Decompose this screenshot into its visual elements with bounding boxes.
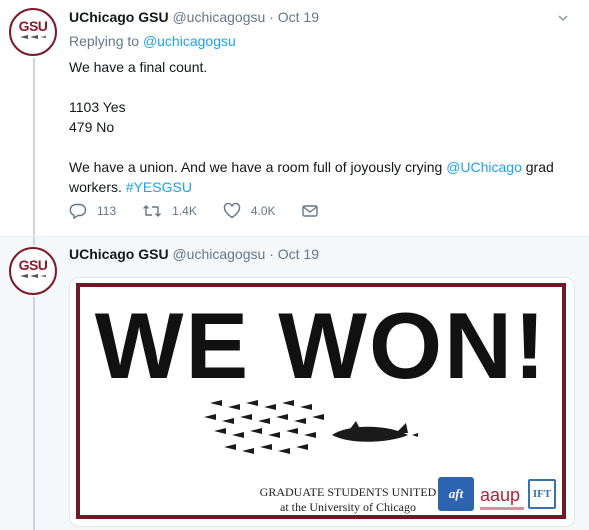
retweet-button[interactable]: 1.4K (142, 203, 197, 219)
tweet-text-segment: We have a union. And we have a room full… (69, 159, 447, 175)
aaup-logo-underline (480, 507, 524, 510)
fish-icon (20, 35, 46, 39)
reply-button[interactable]: 113 (69, 203, 116, 219)
separator-dot: · (269, 246, 274, 262)
chevron-down-icon[interactable] (557, 12, 569, 24)
reply-count: 113 (97, 204, 117, 218)
avatar-label: GSU (18, 18, 48, 34)
reply-context: Replying to @uchicagogsu (69, 33, 236, 49)
reply-mention-link[interactable]: @uchicagogsu (143, 33, 236, 49)
tweet-line: 479 No (69, 119, 115, 135)
heart-icon (223, 203, 241, 219)
avatar-caption (33, 41, 34, 45)
poster: WE WON! GRADUATE STUDENTS UNITED at the … (76, 283, 566, 519)
user-handle[interactable]: @uchicagogsu (172, 246, 265, 262)
tweet-text-segment: workers. (69, 179, 126, 195)
tweet-header: UChicago GSU @uchicagogsu · Oct 19 (69, 246, 319, 262)
avatar[interactable]: GSU (9, 247, 57, 295)
tweet-blank-line (69, 77, 569, 97)
timestamp[interactable]: Oct 19 (278, 246, 319, 262)
mention-link[interactable]: @UChicago (446, 159, 522, 175)
poster-headline: WE WON! (94, 293, 548, 398)
fish-icon (20, 274, 46, 278)
tweet-line: workers. #YESGSU (69, 177, 569, 197)
thread-connector (33, 237, 35, 245)
tweet-line: We have a final count. (69, 59, 208, 75)
media-image[interactable]: WE WON! GRADUATE STUDENTS UNITED at the … (69, 277, 575, 527)
direct-message-button[interactable] (301, 204, 328, 218)
thread-connector (33, 58, 35, 236)
like-button[interactable]: 4.0K (223, 203, 276, 219)
org-subtitle: at the University of Chicago (280, 500, 416, 514)
retweet-count: 1.4K (172, 204, 197, 218)
reply-prefix: Replying to (69, 33, 140, 49)
tweet-line: 1103 Yes (69, 99, 126, 115)
tweet-text: We have a final count. 1103 Yes 479 No W… (69, 57, 569, 197)
org-name: GRADUATE STUDENTS UNITED (259, 485, 437, 499)
tweet-1[interactable]: GSU UChicago GSU @uchicagogsu · Oct 19 R… (0, 0, 589, 237)
envelope-icon (301, 205, 318, 217)
thread-connector (33, 297, 35, 530)
tweet-header: UChicago GSU @uchicagogsu · Oct 19 (69, 9, 319, 25)
timestamp[interactable]: Oct 19 (278, 9, 319, 25)
tweet-2[interactable]: GSU UChicago GSU @uchicagogsu · Oct 19 W… (0, 237, 589, 530)
like-count: 4.0K (250, 204, 276, 218)
display-name[interactable]: UChicago GSU (69, 246, 169, 262)
reply-icon (69, 203, 87, 219)
tweet-line: We have a union. And we have a room full… (69, 157, 569, 177)
avatar[interactable]: GSU (9, 8, 57, 56)
user-handle[interactable]: @uchicagogsu (172, 9, 265, 25)
avatar-caption (33, 280, 34, 284)
fish-school-icon (204, 400, 418, 454)
ift-logo: IFT (528, 479, 556, 509)
tweet-blank-line (69, 137, 569, 157)
aaup-logo: aaup (480, 485, 521, 505)
separator-dot: · (269, 9, 274, 25)
display-name[interactable]: UChicago GSU (69, 9, 169, 25)
tweet-text-segment: grad (521, 159, 554, 175)
retweet-icon (143, 205, 162, 217)
avatar-label: GSU (18, 257, 48, 273)
aft-logo: aft (438, 477, 474, 511)
hashtag-link[interactable]: #YESGSU (126, 179, 192, 195)
tweet-actions: 113 1.4K 4.0K (69, 203, 354, 219)
